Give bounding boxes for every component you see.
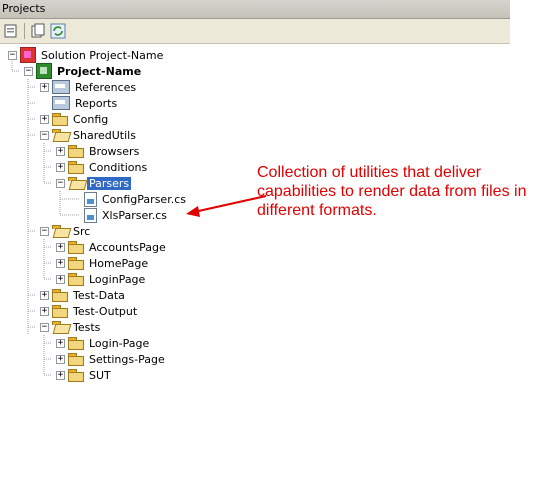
tree-item-label: Solution Project-Name: [41, 48, 164, 62]
tree-item-label: Test-Data: [73, 288, 125, 302]
expander-config[interactable]: +: [40, 115, 49, 124]
refresh-icon[interactable]: [50, 23, 66, 39]
tree-item-homepage[interactable]: HomePage: [68, 255, 150, 271]
reports-icon: [52, 96, 70, 110]
folder-icon: [68, 257, 84, 270]
tree-item-settingspage[interactable]: Settings-Page: [68, 351, 167, 367]
tree-item-config[interactable]: Config: [52, 111, 110, 127]
folder-open-icon: [52, 321, 68, 333]
references-icon: [52, 80, 70, 94]
expander-accountspage[interactable]: +: [56, 243, 65, 252]
tree-item-accountspage[interactable]: AccountsPage: [68, 239, 168, 255]
expander-tests-loginpage[interactable]: +: [56, 339, 65, 348]
tree-item-label: SharedUtils: [73, 128, 136, 142]
tree-item-parsers[interactable]: Parsers: [68, 175, 132, 191]
expander-settingspage[interactable]: +: [56, 355, 65, 364]
panel-title: Projects: [2, 2, 46, 15]
solution-tree: − Solution Project-Name − Project-Name +…: [0, 44, 537, 483]
tree-item-conditions[interactable]: Conditions: [68, 159, 149, 175]
show-all-files-icon[interactable]: [30, 23, 46, 39]
tree-item-label: SUT: [89, 368, 111, 382]
cs-file-icon: [84, 191, 97, 207]
tree-item-references[interactable]: References: [52, 79, 138, 95]
folder-open-icon: [52, 129, 68, 141]
folder-icon: [68, 241, 84, 254]
expander-testoutput[interactable]: +: [40, 307, 49, 316]
expander-project[interactable]: −: [24, 67, 33, 76]
tree-item-label: References: [75, 80, 137, 94]
tree-item-label: Reports: [75, 96, 118, 110]
expander-homepage[interactable]: +: [56, 259, 65, 268]
tree-item-label: HomePage: [89, 256, 149, 270]
tree-item-label: Config: [73, 112, 109, 126]
tree-item-label: Conditions: [89, 160, 148, 174]
toolbar: [0, 19, 510, 44]
tree-item-project[interactable]: Project-Name: [36, 63, 143, 79]
expander-loginpage[interactable]: +: [56, 275, 65, 284]
tree-item-label: ConfigParser.cs: [102, 192, 186, 206]
cs-file-icon: [84, 207, 97, 223]
tree-item-tests[interactable]: Tests: [52, 319, 102, 335]
expander-parsers[interactable]: −: [56, 179, 65, 188]
tree-item-sharedutils[interactable]: SharedUtils: [52, 127, 138, 143]
expander-conditions[interactable]: +: [56, 163, 65, 172]
tree-item-label: AccountsPage: [89, 240, 166, 254]
tree-item-label: Test-Output: [73, 304, 138, 318]
folder-icon: [68, 337, 84, 350]
folder-icon: [52, 305, 68, 318]
folder-open-icon: [52, 225, 68, 237]
tree-item-tests-loginpage[interactable]: Login-Page: [68, 335, 151, 351]
tree-item-label: XlsParser.cs: [102, 208, 168, 222]
folder-icon: [68, 353, 84, 366]
toolbar-separator: [24, 23, 25, 39]
tree-item-label: Project-Name: [57, 64, 142, 78]
expander-tests[interactable]: −: [40, 323, 49, 332]
tree-item-configparser[interactable]: ConfigParser.cs: [84, 191, 188, 207]
expander-testdata[interactable]: +: [40, 291, 49, 300]
tree-item-label: LoginPage: [89, 272, 146, 286]
folder-icon: [68, 273, 84, 286]
folder-icon: [52, 113, 68, 126]
tree-item-sut[interactable]: SUT: [68, 367, 113, 383]
project-icon: [36, 63, 52, 79]
tree-item-label: Tests: [73, 320, 101, 334]
annotation-arrow: [186, 195, 267, 217]
tree-item-loginpage[interactable]: LoginPage: [68, 271, 147, 287]
expander-solution[interactable]: −: [8, 51, 17, 60]
expander-sut[interactable]: +: [56, 371, 65, 380]
folder-icon: [68, 145, 84, 158]
tree-item-src[interactable]: Src: [52, 223, 92, 239]
annotation-text: Collection of utilities that deliver cap…: [257, 164, 527, 219]
tree-item-label: Parsers: [87, 176, 132, 190]
expander-references[interactable]: +: [40, 83, 49, 92]
expander-sharedutils[interactable]: −: [40, 131, 49, 140]
panel-titlebar: Projects: [0, 0, 510, 19]
tree-item-label: Login-Page: [89, 336, 150, 350]
solution-icon: [20, 47, 36, 63]
folder-icon: [68, 161, 84, 174]
tree-item-label: Browsers: [89, 144, 140, 158]
tree-item-label: Settings-Page: [89, 352, 165, 366]
expander-src[interactable]: −: [40, 227, 49, 236]
tree-item-xlsparser[interactable]: XlsParser.cs: [84, 207, 169, 223]
tree-item-reports[interactable]: Reports: [52, 95, 119, 111]
tree-item-browsers[interactable]: Browsers: [68, 143, 141, 159]
tree-item-testdata[interactable]: Test-Data: [52, 287, 127, 303]
tree-item-testoutput[interactable]: Test-Output: [52, 303, 139, 319]
folder-icon: [52, 289, 68, 302]
folder-icon: [68, 369, 84, 382]
properties-icon[interactable]: [3, 23, 19, 39]
tree-item-label: Src: [73, 224, 91, 238]
folder-open-icon: [68, 177, 84, 189]
expander-browsers[interactable]: +: [56, 147, 65, 156]
tree-item-solution[interactable]: Solution Project-Name: [20, 47, 165, 63]
